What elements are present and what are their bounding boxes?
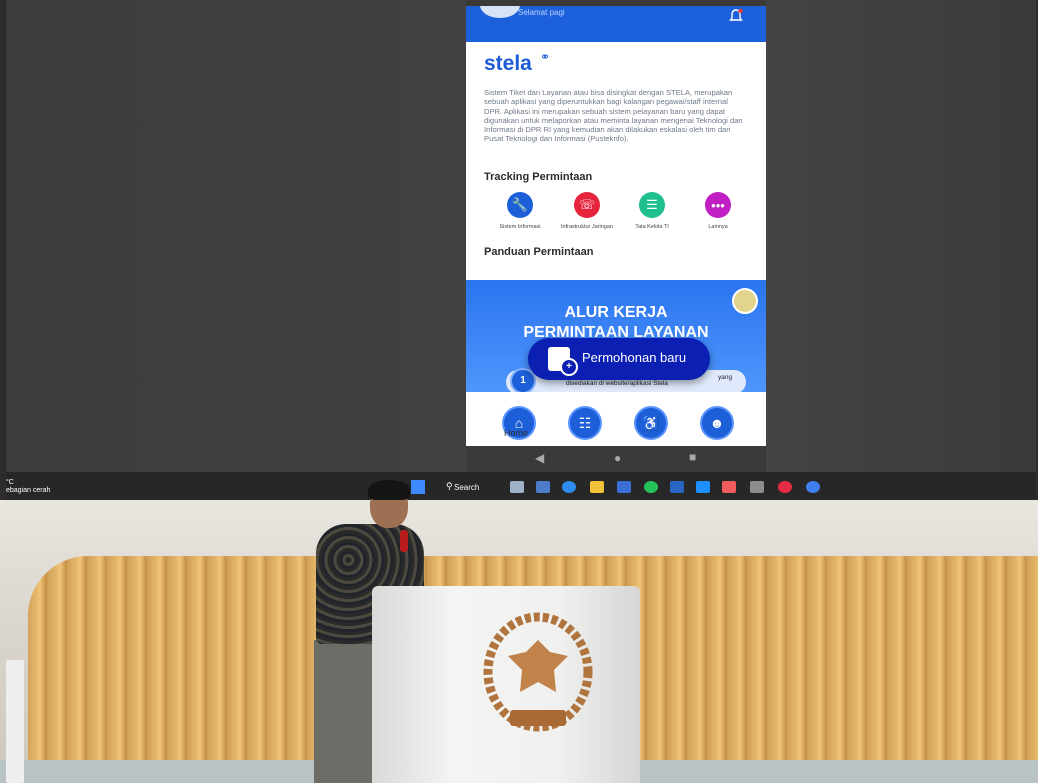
screen-right-area [766, 0, 1036, 500]
headset-icon: ☏ [574, 192, 600, 218]
headset-logo-icon: ⚭ [540, 50, 551, 64]
document-icon: ☰ [639, 192, 665, 218]
app-logo-text: stela [484, 52, 532, 75]
recents-nav-icon[interactable]: ■ [689, 450, 696, 464]
air-purifier [6, 660, 24, 783]
speaker-hair [368, 480, 410, 500]
start-menu-icon[interactable] [411, 480, 425, 494]
more-icon: ••• [705, 192, 731, 218]
file-explorer-icon[interactable] [590, 481, 604, 493]
mail-icon[interactable] [617, 481, 631, 493]
category-label: Sistem Informasi [499, 224, 541, 230]
wrench-icon: 🔧 [507, 192, 533, 218]
user-icon[interactable]: ☻ [700, 406, 734, 440]
dpr-emblem-icon [483, 612, 593, 732]
screen-left-area [6, 0, 466, 500]
search-icon[interactable]: ⚲ [446, 481, 453, 492]
weather-temperature: °C [6, 479, 14, 486]
step-text-end: yang [718, 374, 733, 381]
plus-icon: + [560, 358, 578, 376]
app-description: Sistem Tiket dan Layanan atau bisa disin… [484, 88, 743, 144]
phone-app-window: Selamat pagi stela ⚭ Sistem Tiket dan La… [466, 6, 766, 446]
category-label: Lainnya [708, 224, 728, 230]
app-icon[interactable] [696, 481, 710, 493]
back-nav-icon[interactable]: ◀ [535, 451, 544, 465]
app-icon-gray[interactable] [750, 481, 764, 493]
task-view-icon[interactable] [510, 481, 524, 493]
home-nav-label: Home [504, 428, 529, 438]
app-icon-red-round[interactable] [778, 481, 792, 493]
category-infrastruktur-jaringan[interactable]: ☏ Infrastruktur Jaringan [557, 192, 617, 231]
store-icon[interactable] [670, 481, 684, 493]
taskbar-search-label[interactable]: Search [454, 483, 479, 492]
document-list-icon[interactable]: ☷ [568, 406, 602, 440]
app-icon-red[interactable] [722, 481, 736, 493]
banner-title-line1: ALUR KERJA [564, 304, 668, 321]
category-label: Tata Kelola TI [635, 224, 669, 230]
notification-bell-icon[interactable] [728, 8, 744, 24]
tracking-section-title: Tracking Permintaan [484, 171, 593, 183]
step-text: disediakan di website/aplikasi Stela [566, 380, 668, 387]
app-header: Selamat pagi [466, 6, 766, 42]
new-request-label: Permohonan baru [582, 350, 687, 365]
accessibility-icon[interactable]: ♿ [634, 406, 668, 440]
category-lainnya[interactable]: ••• Lainnya [688, 192, 748, 231]
greeting-text: Selamat pagi [518, 8, 565, 17]
speaker-legs [314, 640, 374, 783]
category-tata-kelola-ti[interactable]: ☰ Tata Kelola TI [622, 192, 682, 231]
spotify-icon[interactable] [644, 481, 658, 493]
microphone-icon [400, 530, 408, 552]
guide-section-title: Panduan Permintaan [484, 246, 594, 258]
avatar[interactable] [480, 6, 520, 18]
new-request-button[interactable]: + Permohonan baru [528, 338, 710, 380]
category-label: Infrastruktur Jaringan [561, 224, 613, 230]
home-nav-icon[interactable]: ● [614, 451, 621, 465]
edge-icon[interactable] [562, 481, 576, 493]
weather-description: ebagian cerah [6, 487, 51, 494]
category-sistem-informasi[interactable]: 🔧 Sistem Informasi [490, 192, 550, 231]
chrome-icon[interactable] [806, 481, 820, 493]
widgets-icon[interactable] [536, 481, 550, 493]
